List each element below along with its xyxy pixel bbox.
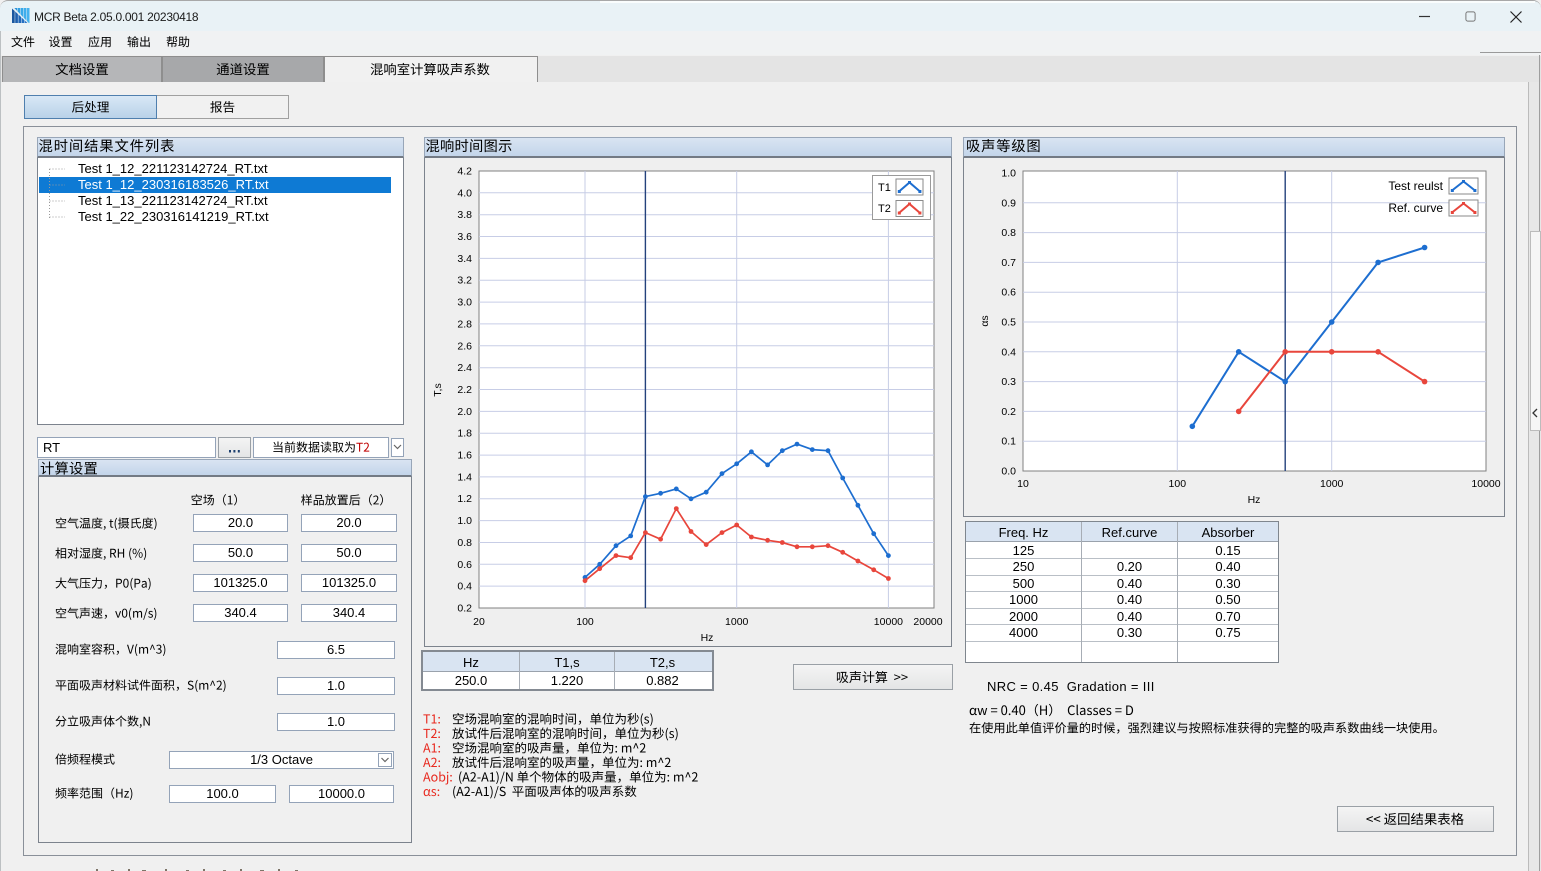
svg-text:0.9: 0.9 [1001, 197, 1016, 209]
svg-text:10000: 10000 [1471, 478, 1500, 490]
svg-text:100: 100 [1169, 478, 1187, 490]
svg-text:T1: T1 [878, 182, 891, 194]
svg-text:1.4: 1.4 [457, 471, 472, 483]
svg-text:T,s: T,s [432, 383, 444, 396]
svg-text:0.4: 0.4 [1001, 346, 1016, 358]
svg-text:0.1: 0.1 [1001, 436, 1016, 448]
svg-text:0.8: 0.8 [457, 537, 472, 549]
svg-text:4.0: 4.0 [457, 187, 472, 199]
svg-text:Ref. curve: Ref. curve [1388, 201, 1443, 215]
svg-text:1.2: 1.2 [457, 493, 472, 505]
svg-text:1.0: 1.0 [457, 515, 472, 527]
svg-text:3.4: 3.4 [457, 253, 472, 265]
svg-text:1.0: 1.0 [1001, 168, 1016, 180]
svg-text:0.2: 0.2 [1001, 406, 1016, 418]
svg-text:100: 100 [576, 616, 594, 628]
svg-text:2.8: 2.8 [457, 318, 472, 330]
svg-text:0.3: 0.3 [1001, 376, 1016, 388]
svg-text:0.4: 0.4 [457, 581, 472, 593]
svg-text:1.8: 1.8 [457, 428, 472, 440]
svg-text:0.5: 0.5 [1001, 317, 1016, 329]
svg-text:2.0: 2.0 [457, 406, 472, 418]
svg-text:3.8: 3.8 [457, 209, 472, 221]
svg-text:T2: T2 [878, 203, 891, 215]
svg-text:2.2: 2.2 [457, 384, 472, 396]
svg-text:0.6: 0.6 [1001, 287, 1016, 299]
svg-text:20000: 20000 [913, 616, 942, 628]
svg-text:0.8: 0.8 [1001, 227, 1016, 239]
svg-text:2.6: 2.6 [457, 340, 472, 352]
svg-text:1000: 1000 [725, 616, 749, 628]
svg-text:2.4: 2.4 [457, 362, 472, 374]
svg-text:4.2: 4.2 [457, 166, 472, 178]
svg-text:20: 20 [473, 616, 485, 628]
svg-text:1.6: 1.6 [457, 450, 472, 462]
svg-text:10000: 10000 [874, 616, 903, 628]
svg-text:1000: 1000 [1320, 478, 1344, 490]
svg-text:10: 10 [1017, 478, 1029, 490]
svg-text:3.2: 3.2 [457, 275, 472, 287]
svg-text:0.6: 0.6 [457, 559, 472, 571]
svg-text:3.0: 3.0 [457, 297, 472, 309]
svg-text:0.7: 0.7 [1001, 257, 1016, 269]
svg-text:Hz: Hz [1248, 494, 1261, 506]
svg-text:Hz: Hz [701, 632, 714, 644]
svg-text:0.0: 0.0 [1001, 466, 1016, 478]
svg-text:Test reulst: Test reulst [1388, 179, 1443, 193]
svg-text:αs: αs [979, 315, 991, 326]
svg-text:3.6: 3.6 [457, 231, 472, 243]
svg-text:0.2: 0.2 [457, 603, 472, 615]
